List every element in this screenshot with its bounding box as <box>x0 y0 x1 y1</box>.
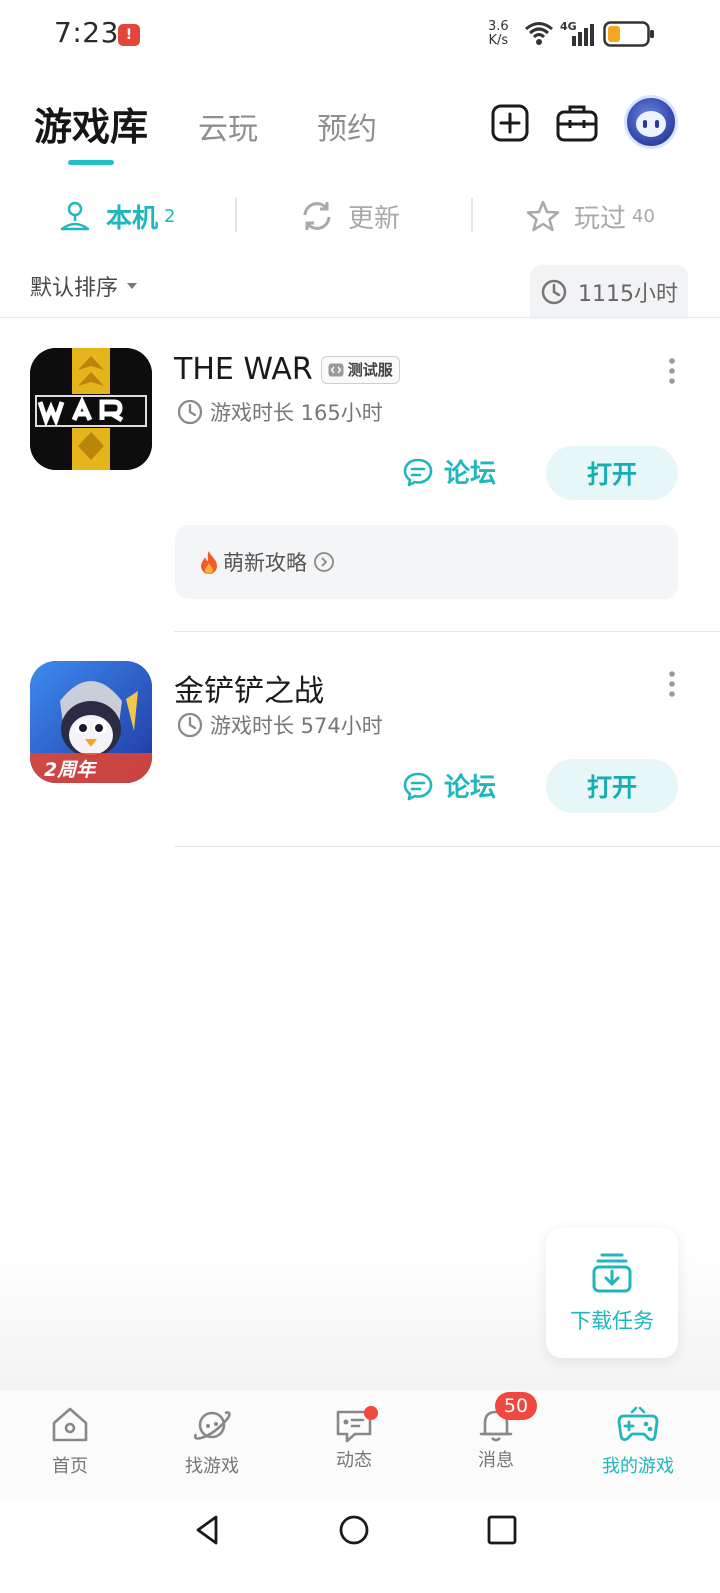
fire-icon <box>201 551 217 574</box>
test-server-badge-label: 测试服 <box>347 361 393 379</box>
add-game-icon[interactable] <box>490 103 530 143</box>
game-playtime: 游戏时长 165小时 <box>176 397 383 427</box>
code-icon <box>328 363 344 376</box>
subtab-played[interactable]: 玩过 40 <box>526 196 655 236</box>
battery-icon <box>603 21 654 47</box>
bell-icon-wrap: 50 <box>475 1392 537 1446</box>
status-time: 7:23 <box>54 16 119 49</box>
back-icon[interactable] <box>192 1514 224 1546</box>
guide-label: 萌新攻略 <box>223 551 307 575</box>
recents-icon[interactable] <box>486 1514 518 1546</box>
planet-icon <box>193 1411 231 1440</box>
user-avatar[interactable] <box>624 95 678 149</box>
messages-count-badge: 50 <box>495 1392 537 1420</box>
status-bar: 7:23 ! 3.6 K/s 4G <box>0 0 720 72</box>
subtab-local-label: 本机 <box>106 203 159 234</box>
active-tab-indicator <box>68 160 114 165</box>
feed-unread-dot <box>364 1406 378 1420</box>
home-icon <box>52 1407 88 1442</box>
game-title[interactable]: THE WAR <box>174 352 313 387</box>
test-server-badge: 测试服 <box>320 355 400 384</box>
net-speed-value: 3.6 <box>488 19 509 34</box>
gamepad-icon <box>617 1406 659 1441</box>
nav-messages-label: 消息 <box>478 1450 514 1471</box>
refresh-icon <box>303 202 331 230</box>
header-divider <box>0 317 720 318</box>
caret-down-icon <box>127 283 138 289</box>
system-nav-bar <box>0 1500 720 1593</box>
net-speed-unit: K/s <box>488 33 509 48</box>
game-title-row: THE WAR 测试服 <box>174 352 400 387</box>
subtab-divider <box>235 198 237 232</box>
open-game-button[interactable]: 打开 <box>546 759 678 813</box>
clock-icon <box>177 399 203 425</box>
subtab-local[interactable]: 本机 2 <box>58 196 175 236</box>
star-icon <box>526 200 560 232</box>
clock-icon <box>177 712 203 738</box>
forum-label: 论坛 <box>444 773 497 803</box>
total-hours-value: 1115小时 <box>578 282 678 307</box>
game-title[interactable]: 金铲铲之战 <box>174 666 324 710</box>
subtab-local-count: 2 <box>164 205 176 227</box>
game-playtime: 游戏时长 574小时 <box>176 710 383 740</box>
nav-home-label: 首页 <box>52 1456 88 1477</box>
robot-avatar-icon <box>636 111 666 137</box>
forum-button[interactable]: 论坛 <box>402 767 496 804</box>
sort-dropdown[interactable]: 默认排序 <box>30 270 140 302</box>
forum-label: 论坛 <box>444 459 497 489</box>
nav-feed-label: 动态 <box>336 1450 372 1471</box>
game-icon-the-war[interactable] <box>30 348 152 470</box>
feed-icon-wrap <box>333 1404 378 1446</box>
nav-home[interactable]: 首页 <box>20 1404 120 1478</box>
sort-label: 默认排序 <box>30 276 119 301</box>
game-playtime-text: 游戏时长 574小时 <box>210 714 383 738</box>
nav-my-games[interactable]: 我的游戏 <box>588 1404 688 1478</box>
subtab-updates-label: 更新 <box>348 203 401 234</box>
penguin-hero-icon: 2周年 <box>30 661 152 783</box>
tab-reservations[interactable]: 预约 <box>317 104 377 148</box>
game-playtime-text: 游戏时长 165小时 <box>210 401 383 425</box>
beginner-guide-link[interactable]: 萌新攻略 <box>175 525 678 599</box>
open-game-button[interactable]: 打开 <box>546 446 678 500</box>
home-circle-icon[interactable] <box>338 1514 370 1546</box>
chevron-right-circle-icon <box>314 552 334 572</box>
row-divider <box>174 846 720 847</box>
download-tray-icon <box>592 1253 632 1293</box>
nav-messages[interactable]: 50 消息 <box>446 1392 546 1472</box>
tab-cloud-play[interactable]: 云玩 <box>198 104 258 148</box>
total-playtime: 1115小时 <box>530 265 688 319</box>
game-icon-jinchanchan[interactable]: 2周年 <box>30 661 152 783</box>
nav-feed[interactable]: 动态 <box>304 1404 404 1472</box>
signal-icon <box>572 24 594 46</box>
subtab-divider <box>471 198 473 232</box>
wifi-icon <box>525 22 553 45</box>
notification-icon: ! <box>118 24 140 46</box>
local-device-icon <box>60 201 90 231</box>
the-war-logo-icon <box>30 348 152 470</box>
forum-button[interactable]: 论坛 <box>402 453 496 490</box>
download-tasks-label: 下载任务 <box>570 1309 654 1333</box>
row-divider <box>174 631 720 632</box>
toolbox-icon[interactable] <box>555 102 599 144</box>
subtab-played-count: 40 <box>632 205 655 227</box>
net-speed: 3.6 K/s <box>488 20 509 48</box>
anniversary-tag: 2周年 <box>44 759 98 781</box>
subtab-updates[interactable]: 更新 <box>300 196 400 236</box>
nav-find-games[interactable]: 找游戏 <box>162 1404 262 1478</box>
more-options-icon[interactable] <box>667 669 677 699</box>
download-tasks-button[interactable]: 下载任务 <box>546 1228 678 1358</box>
nav-my-games-label: 我的游戏 <box>602 1456 674 1477</box>
nav-find-label: 找游戏 <box>185 1456 239 1477</box>
chat-bubble-icon <box>403 458 433 486</box>
chat-bubble-icon <box>403 772 433 800</box>
subtab-played-label: 玩过 <box>574 203 627 234</box>
clock-icon <box>541 279 567 305</box>
more-options-icon[interactable] <box>667 356 677 386</box>
tab-game-library[interactable]: 游戏库 <box>34 96 148 151</box>
